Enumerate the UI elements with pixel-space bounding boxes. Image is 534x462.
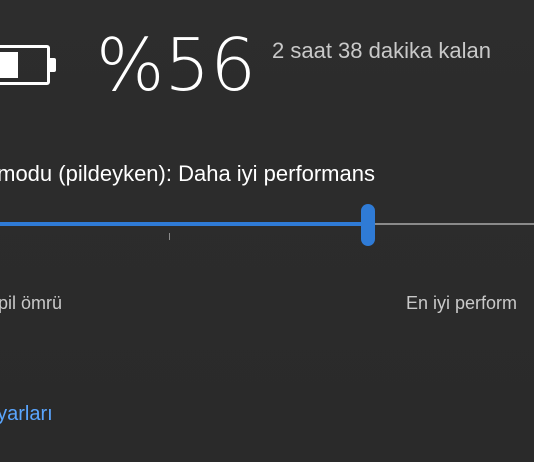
slider-tick-mark [169, 233, 170, 240]
slider-track-filled[interactable] [0, 222, 368, 226]
time-remaining: 2 saat 38 dakika kalan [272, 38, 491, 63]
battery-level-fill [0, 52, 18, 78]
slider-min-label: yi pil ömrü [0, 293, 63, 313]
slider-max-label: En iyi perform [406, 293, 518, 313]
battery-terminal [50, 58, 56, 72]
slider-track-empty[interactable] [368, 223, 534, 225]
battery-percentage: %56 [96, 23, 257, 107]
slider-thumb[interactable] [361, 204, 375, 246]
power-mode-slider[interactable] [0, 200, 534, 250]
power-mode-label: ç modu (pildeyken): Daha iyi performans [0, 161, 375, 186]
battery-settings-link[interactable]: ayarları [0, 400, 53, 428]
battery-icon [0, 45, 56, 85]
battery-flyout: %56 2 saat 38 dakika kalan ç modu (pilde… [0, 0, 534, 462]
